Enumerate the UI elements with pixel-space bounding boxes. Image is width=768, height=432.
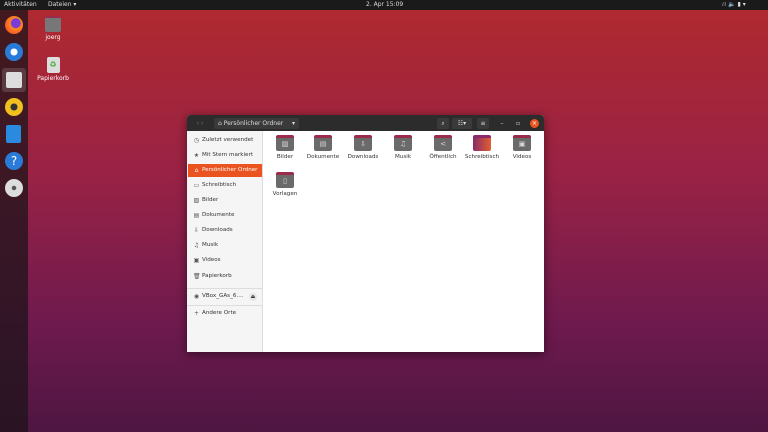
help-icon[interactable]: ?	[5, 152, 23, 170]
desktop-trash[interactable]: ♻ Papierkorb	[33, 57, 73, 82]
close-button[interactable]: ×	[530, 119, 539, 128]
file-item[interactable]: ▣ Videos	[502, 135, 542, 160]
sidebar-item-desktop[interactable]: ▭ Schreibtisch	[188, 179, 262, 192]
sidebar-label: VBox_GAs_6....	[202, 293, 244, 299]
firefox-icon[interactable]	[5, 16, 23, 34]
cd-drive-icon[interactable]	[5, 179, 23, 197]
clock[interactable]: 2. Apr 15:09	[366, 0, 403, 10]
sidebar-label: Andere Orte	[202, 310, 237, 316]
desktop-label: Papierkorb	[37, 75, 69, 82]
file-label: Musik	[394, 154, 412, 160]
file-item[interactable]: ▯ Vorlagen	[265, 172, 305, 197]
sidebar-item-videos[interactable]: ▣ Videos	[188, 254, 262, 267]
plus-icon: +	[193, 310, 200, 317]
file-item[interactable]: ⇩ Downloads	[343, 135, 383, 160]
top-bar: Aktivitäten Dateien ▾ 2. Apr 15:09 ⛙ 🔈 ▮…	[0, 0, 768, 10]
sidebar-item-downloads[interactable]: ⇩ Downloads	[188, 224, 262, 237]
search-button[interactable]: ⌕	[437, 118, 449, 129]
folder-pictures-icon: ▨	[276, 135, 294, 151]
thunderbird-icon[interactable]	[5, 43, 23, 61]
file-label: Öffentlich	[429, 154, 457, 160]
folder-documents-icon: ▤	[314, 135, 332, 151]
file-item[interactable]: ▤ Dokumente	[303, 135, 343, 160]
activities-button[interactable]: Aktivitäten	[4, 0, 37, 10]
files-icon[interactable]	[2, 68, 26, 92]
files-window: ‹ › ⌂ Persönlicher Ordner ▾ ⌕ ☷▾ ≡ – ▫ × …	[187, 115, 544, 352]
sidebar-label: Downloads	[202, 227, 233, 233]
sidebar-label: Musik	[202, 242, 219, 248]
sidebar-item-trash[interactable]: 🗑 Papierkorb	[188, 270, 262, 283]
file-label: Videos	[512, 154, 532, 160]
home-icon: ⌂	[194, 167, 199, 174]
dock: ?	[0, 10, 28, 432]
sidebar-item-pictures[interactable]: ▨ Bilder	[188, 194, 262, 207]
view-options-button[interactable]: ☷▾	[452, 118, 472, 129]
sidebar-label: Persönlicher Ordner	[202, 167, 258, 173]
divider	[187, 288, 263, 289]
location-button[interactable]: ⌂ Persönlicher Ordner ▾	[214, 118, 299, 129]
writer-icon[interactable]	[6, 125, 21, 143]
file-label: Schreibtisch	[464, 154, 500, 160]
rhythmbox-icon[interactable]	[5, 98, 23, 116]
clock-icon: ◷	[193, 137, 200, 144]
sidebar: ◷ Zuletzt verwendet ★ Mit Stern markiert ⌂…	[187, 131, 263, 352]
star-icon: ★	[193, 152, 200, 159]
sidebar-label: Schreibtisch	[202, 182, 237, 188]
trash-icon: 🗑	[193, 273, 201, 280]
eject-icon[interactable]: ⏏	[249, 293, 257, 301]
maximize-button[interactable]: ▫	[513, 118, 523, 129]
trash-icon: ♻	[46, 57, 60, 73]
sidebar-label: Zuletzt verwendet	[202, 137, 254, 143]
file-label: Dokumente	[306, 154, 340, 160]
divider	[187, 305, 263, 306]
sidebar-label: Mit Stern markiert	[202, 152, 253, 158]
folder-music-icon: ♫	[394, 135, 412, 151]
sidebar-item-recent[interactable]: ◷ Zuletzt verwendet	[188, 134, 262, 147]
sidebar-label: Dokumente	[202, 212, 235, 218]
sidebar-item-music[interactable]: ♫ Musik	[188, 239, 262, 252]
back-forward-buttons[interactable]: ‹ ›	[191, 118, 209, 129]
sidebar-item-home[interactable]: ⌂ Persönlicher Ordner	[188, 164, 262, 177]
download-icon: ⇩	[193, 227, 200, 234]
disc-icon: ◉	[193, 293, 200, 300]
file-label: Vorlagen	[272, 191, 298, 197]
folder-downloads-icon: ⇩	[354, 135, 372, 151]
document-icon: ▤	[193, 212, 200, 219]
file-item[interactable]: ♫ Musik	[383, 135, 423, 160]
folder-public-icon: <	[434, 135, 452, 151]
sidebar-item-device[interactable]: ◉ VBox_GAs_6.... ⏏	[188, 290, 262, 303]
sidebar-item-documents[interactable]: ▤ Dokumente	[188, 209, 262, 222]
sidebar-item-other-locations[interactable]: + Andere Orte	[188, 307, 262, 320]
file-item[interactable]: Schreibtisch	[462, 135, 502, 160]
file-label: Bilder	[276, 154, 294, 160]
folder-desktop-icon	[473, 135, 491, 151]
file-label: Downloads	[347, 154, 379, 160]
chevron-down-icon: ▾	[291, 120, 295, 127]
video-icon: ▣	[193, 257, 200, 264]
music-icon: ♫	[193, 242, 200, 249]
system-tray[interactable]: ⛙ 🔈 ▮ ▾	[722, 0, 746, 10]
file-item[interactable]: ▨ Bilder	[265, 135, 305, 160]
sidebar-label: Papierkorb	[202, 273, 232, 279]
menu-button[interactable]: ≡	[477, 118, 489, 129]
desktop-home[interactable]: joerg	[33, 16, 73, 41]
sidebar-item-starred[interactable]: ★ Mit Stern markiert	[188, 149, 262, 162]
desktop-label: joerg	[45, 34, 61, 41]
minimize-button[interactable]: –	[497, 118, 507, 129]
location-label: Persönlicher Ordner	[223, 120, 284, 127]
desktop-icon: ▭	[193, 182, 200, 189]
file-item[interactable]: < Öffentlich	[423, 135, 463, 160]
app-menu[interactable]: Dateien ▾	[48, 0, 76, 10]
folder-videos-icon: ▣	[513, 135, 531, 151]
image-icon: ▨	[193, 197, 200, 204]
sidebar-label: Bilder	[202, 197, 219, 203]
home-folder-icon	[45, 16, 61, 32]
folder-templates-icon: ▯	[276, 172, 294, 188]
header-bar: ‹ › ⌂ Persönlicher Ordner ▾ ⌕ ☷▾ ≡ – ▫ ×	[187, 115, 544, 131]
sidebar-label: Videos	[202, 257, 221, 263]
